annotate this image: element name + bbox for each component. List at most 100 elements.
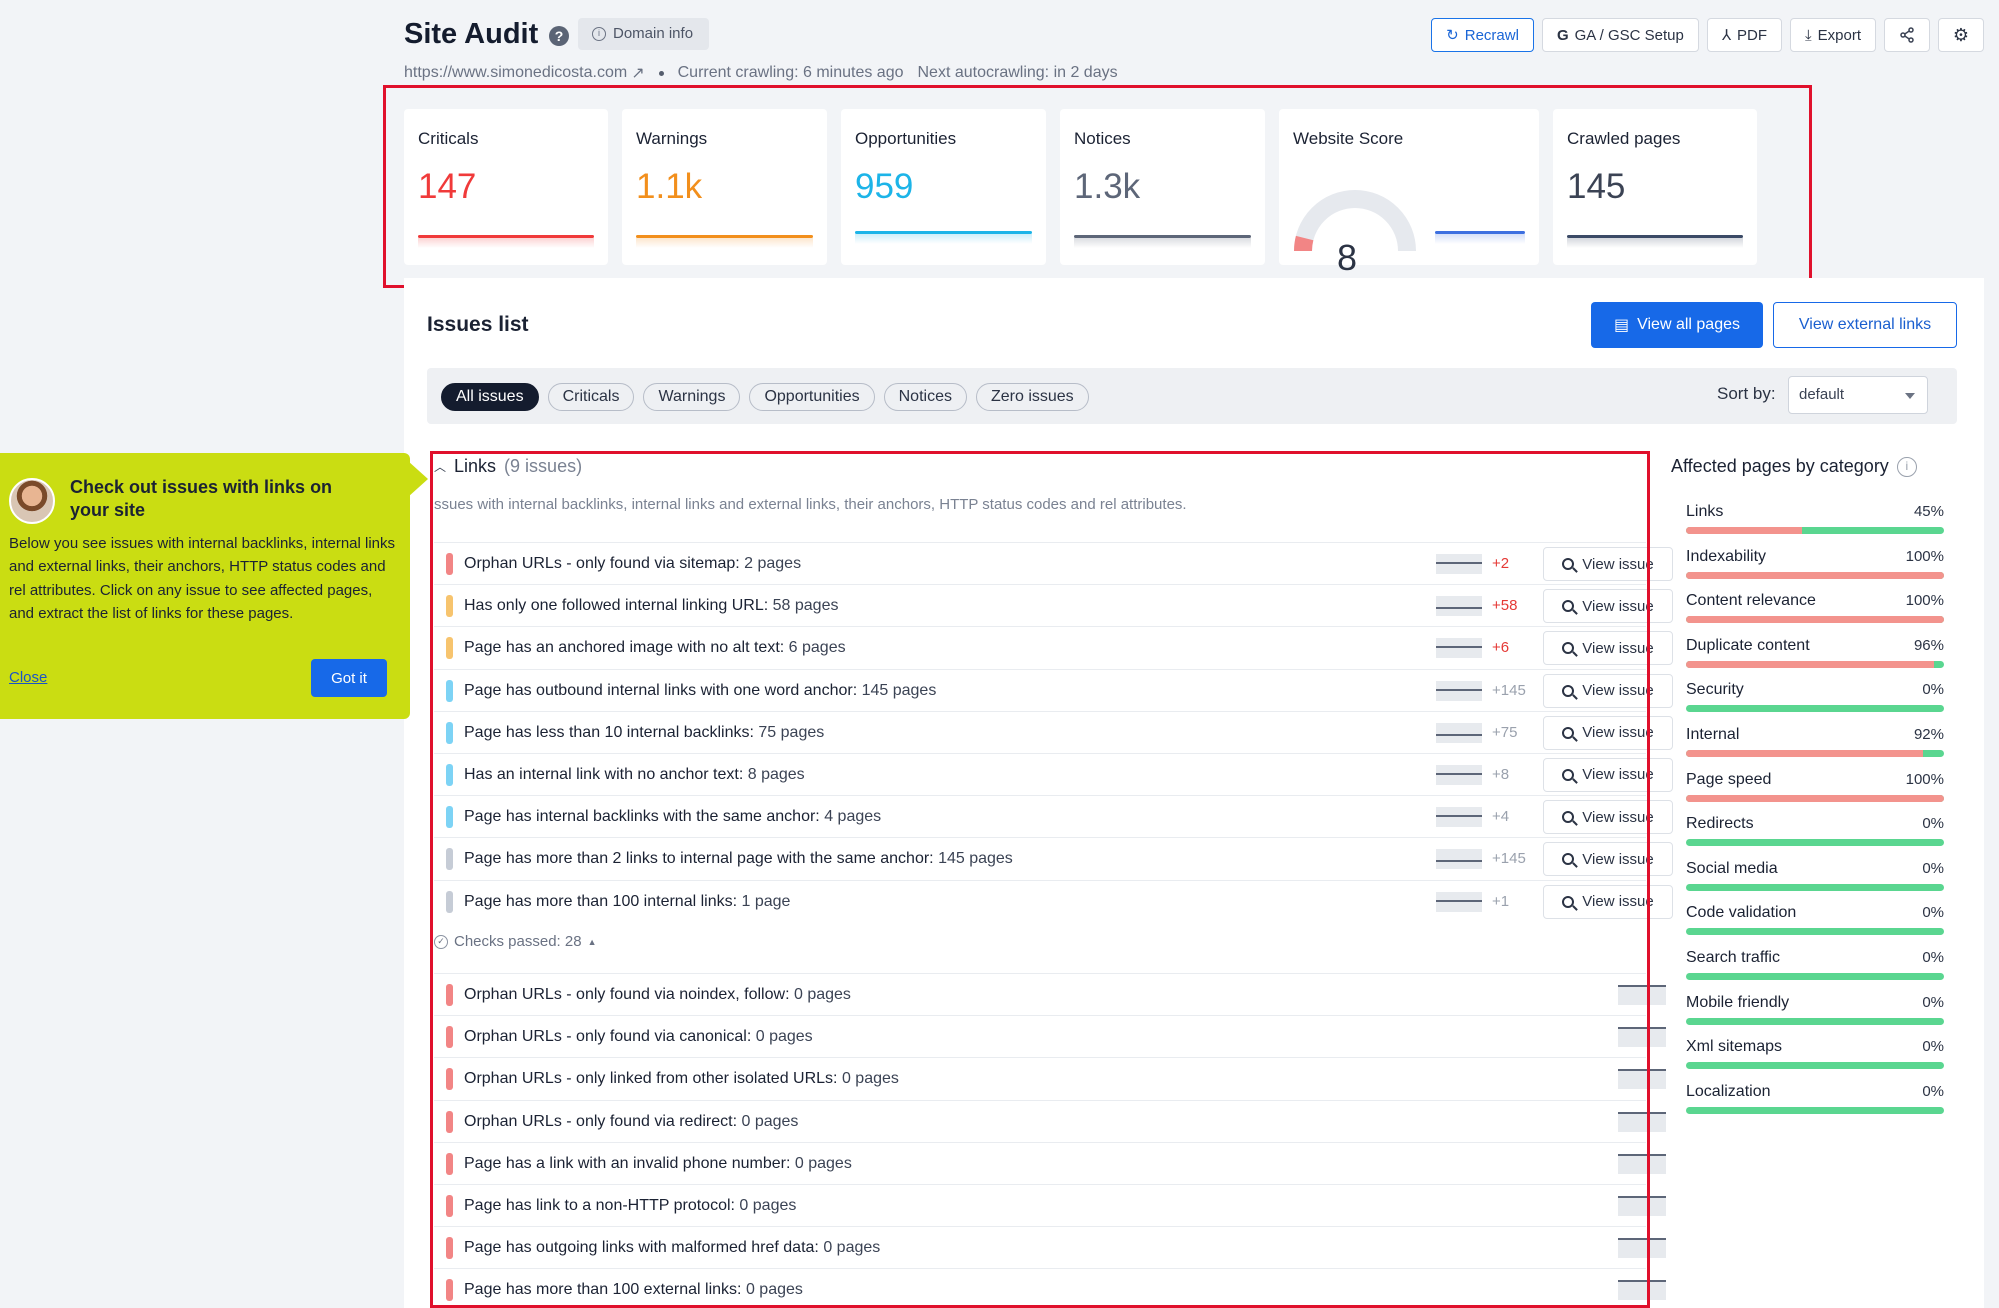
opportunities-card[interactable]: Opportunities 959 xyxy=(841,109,1046,265)
view-issue-button[interactable]: View issue xyxy=(1543,631,1673,666)
notices-value: 1.3k xyxy=(1074,167,1141,206)
severity-indicator xyxy=(446,1237,453,1260)
external-link-icon[interactable]: ↗ xyxy=(631,63,644,83)
crawl-info: https://www.simonedicosta.com ↗ Current … xyxy=(404,63,1118,83)
sparkline-line xyxy=(1618,1195,1666,1198)
trend-sparkline xyxy=(1618,1069,1666,1090)
issue-row[interactable]: Page has an anchored image with no alt t… xyxy=(434,626,1673,668)
score-trend-fill xyxy=(1435,234,1525,244)
search-icon xyxy=(1562,684,1575,697)
category-row[interactable]: Xml sitemaps 0% xyxy=(1686,1038,1944,1083)
got-it-button[interactable]: Got it xyxy=(311,659,387,697)
issue-row[interactable]: Page has less than 10 internal backlinks… xyxy=(434,710,1673,753)
filter-pill[interactable]: All issues xyxy=(441,383,539,411)
passed-check-row[interactable]: Page has a link with an invalid phone nu… xyxy=(434,1141,1666,1184)
category-row[interactable]: Indexability 100% xyxy=(1686,548,1944,593)
category-row[interactable]: Search traffic 0% xyxy=(1686,949,1944,994)
export-button[interactable]: ⤓ Export xyxy=(1790,18,1876,52)
category-row[interactable]: Localization 0% xyxy=(1686,1083,1944,1128)
issue-row[interactable]: Page has more than 2 links to internal p… xyxy=(434,837,1673,879)
trend-sparkline xyxy=(1436,764,1482,785)
warnings-card[interactable]: Warnings 1.1k xyxy=(622,109,827,265)
links-section-toggle[interactable]: ︿ Links (9 issues) xyxy=(434,456,582,477)
refresh-icon: ↻ xyxy=(1446,27,1459,44)
settings-button[interactable]: ⚙ xyxy=(1938,18,1984,52)
view-all-pages-button[interactable]: ▤ View all pages xyxy=(1591,302,1763,348)
category-row[interactable]: Code validation 0% xyxy=(1686,904,1944,949)
view-issue-button[interactable]: View issue xyxy=(1543,800,1673,835)
issue-pages: 8 pages xyxy=(747,765,805,783)
trend-sparkline xyxy=(1618,1027,1666,1048)
view-issue-button[interactable]: View issue xyxy=(1543,757,1673,792)
passed-check-row[interactable]: Orphan URLs - only found via canonical: … xyxy=(434,1015,1666,1057)
category-row[interactable]: Security 0% xyxy=(1686,681,1944,726)
category-row[interactable]: Redirects 0% xyxy=(1686,815,1944,860)
tooltip-close-link[interactable]: Close xyxy=(9,669,47,686)
severity-indicator xyxy=(446,637,453,660)
view-issue-button[interactable]: View issue xyxy=(1543,673,1673,708)
question-circle-icon[interactable]: ? xyxy=(549,26,569,46)
issue-row[interactable]: Page has outbound internal links with on… xyxy=(434,668,1673,711)
ga-gsc-setup-button[interactable]: G GA / GSC Setup xyxy=(1541,18,1699,52)
pdf-button[interactable]: ⅄ PDF xyxy=(1706,18,1782,52)
criticals-card[interactable]: Criticals 147 xyxy=(404,109,608,265)
view-issue-button[interactable]: View issue xyxy=(1543,547,1673,581)
category-row[interactable]: Links 45% xyxy=(1686,503,1944,548)
issue-row[interactable]: Has an internal link with no anchor text… xyxy=(434,752,1673,795)
passed-check-row[interactable]: Orphan URLs - only found via redirect: 0… xyxy=(434,1099,1666,1142)
issue-row[interactable]: Has only one followed internal linking U… xyxy=(434,584,1673,626)
checks-passed-toggle[interactable]: ✓ Checks passed: 28 ▲ xyxy=(434,933,597,950)
notices-card[interactable]: Notices 1.3k xyxy=(1060,109,1265,265)
share-button[interactable] xyxy=(1884,18,1930,52)
info-icon[interactable]: i xyxy=(1896,456,1917,477)
domain-info-button[interactable]: i Domain info xyxy=(578,18,710,50)
site-url-link[interactable]: https://www.simonedicosta.com xyxy=(404,64,627,82)
issue-name: Page has outbound internal links with on… xyxy=(464,681,858,699)
view-external-links-button[interactable]: View external links xyxy=(1773,302,1957,348)
website-score-card[interactable]: Website Score 8 xyxy=(1279,109,1539,278)
crawled-pages-card[interactable]: Crawled pages 145 xyxy=(1553,109,1757,265)
filter-pill[interactable]: Opportunities xyxy=(749,383,875,411)
filter-pill[interactable]: Zero issues xyxy=(975,383,1089,411)
sparkline-line xyxy=(1618,1111,1666,1114)
category-bar-fill xyxy=(1686,660,1934,668)
severity-indicator xyxy=(446,890,453,913)
category-bar xyxy=(1686,839,1944,847)
category-row[interactable]: Mobile friendly 0% xyxy=(1686,994,1944,1039)
category-row[interactable]: Social media 0% xyxy=(1686,860,1944,905)
passed-check-row[interactable]: Orphan URLs - only linked from other iso… xyxy=(434,1057,1666,1099)
category-bar-fill xyxy=(1686,794,1944,802)
issue-row[interactable]: Orphan URLs - only found via sitemap: 2 … xyxy=(434,542,1673,584)
filter-pill[interactable]: Warnings xyxy=(643,383,741,411)
view-issue-label: View issue xyxy=(1582,682,1654,700)
passed-check-row[interactable]: Page has link to a non-HTTP protocol: 0 … xyxy=(434,1183,1666,1226)
issue-name: Page has internal backlinks with the sam… xyxy=(464,808,820,826)
passed-check-row[interactable]: Page has more than 100 external links: 0… xyxy=(434,1268,1666,1308)
check-text: Orphan URLs - only found via redirect: 0… xyxy=(464,1113,798,1131)
severity-indicator xyxy=(446,1152,453,1175)
filter-pill[interactable]: Notices xyxy=(883,383,967,411)
passed-check-row[interactable]: Orphan URLs - only found via noindex, fo… xyxy=(434,973,1666,1015)
category-name: Security xyxy=(1686,681,1744,699)
category-row[interactable]: Duplicate content 96% xyxy=(1686,637,1944,682)
affected-categories: Links 45% Indexability 100% Content relevanc… xyxy=(1686,503,1944,1127)
issue-row[interactable]: Page has more than 100 internal links: 1… xyxy=(434,879,1673,922)
category-row[interactable]: Page speed 100% xyxy=(1686,771,1944,816)
view-issue-button[interactable]: View issue xyxy=(1543,842,1673,877)
category-row[interactable]: Content relevance 100% xyxy=(1686,592,1944,637)
view-issue-button[interactable]: View issue xyxy=(1543,884,1673,919)
view-issue-button[interactable]: View issue xyxy=(1543,715,1673,750)
filter-pill[interactable]: Criticals xyxy=(547,383,635,411)
view-issue-button[interactable]: View issue xyxy=(1543,589,1673,624)
recrawl-button[interactable]: ↻ Recrawl xyxy=(1431,18,1534,52)
info-icon: i xyxy=(592,27,606,41)
passed-check-rows: Orphan URLs - only found via noindex, fo… xyxy=(434,973,1666,1308)
search-icon xyxy=(1562,726,1575,739)
category-row[interactable]: Internal 92% xyxy=(1686,726,1944,771)
trend-sparkline xyxy=(1436,638,1482,659)
search-icon xyxy=(1562,558,1575,570)
issue-row[interactable]: Page has internal backlinks with the sam… xyxy=(434,795,1673,837)
sort-select[interactable]: default xyxy=(1788,376,1928,414)
trend-sparkline xyxy=(1618,1280,1666,1301)
passed-check-row[interactable]: Page has outgoing links with malformed h… xyxy=(434,1226,1666,1268)
